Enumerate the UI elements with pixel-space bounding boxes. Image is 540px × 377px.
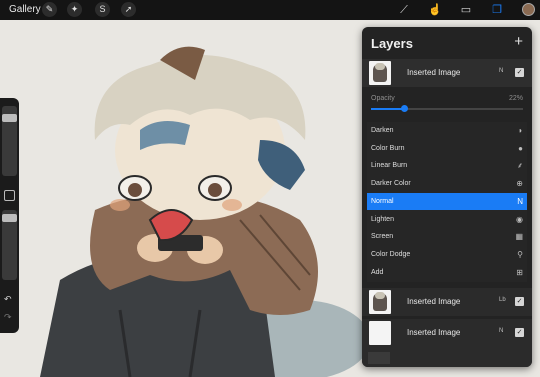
blend-mode-icon: ⊞ [516, 267, 523, 277]
layer-thumbnail [369, 290, 391, 314]
blend-mode-label: Linear Burn [371, 162, 408, 170]
blend-mode-normal[interactable]: Normal N [367, 192, 527, 210]
color-swatch[interactable] [522, 3, 535, 16]
visibility-checkbox[interactable]: ✓ [515, 297, 524, 306]
left-sidebar: ↶ ↷ [0, 98, 19, 333]
opacity-slider[interactable] [371, 105, 523, 112]
blend-mode-icon: ◗ [518, 126, 523, 135]
magic-wand-icon[interactable]: ✦ [67, 2, 82, 17]
blend-mode-darken[interactable]: Darken ◗ [367, 122, 527, 139]
selection-icon[interactable]: S [95, 2, 110, 17]
top-toolbar: Gallery ✎ ✦ S ➚ ⟋ ☝ ▭ ❐ [0, 0, 540, 20]
transform-arrow-icon[interactable]: ➚ [121, 2, 136, 17]
smudge-icon[interactable]: ☝ [427, 2, 443, 18]
blend-mode-icon: ⸙ [517, 161, 523, 171]
opacity-label: Opacity [371, 95, 395, 102]
panel-title: Layers [371, 36, 413, 51]
blend-mode-list: Darken ◗ Color Burn ● Linear Burn ⸙ Darker Col… [367, 122, 527, 282]
blend-mode-add[interactable]: Add ⊞ [367, 264, 527, 281]
blend-mode-indicator[interactable]: Lb [499, 297, 506, 303]
blend-mode-icon: ⚲ [517, 249, 523, 259]
blend-mode-icon: ◉ [516, 214, 523, 224]
blend-mode-icon: ⊕ [516, 179, 523, 189]
eraser-icon[interactable]: ▭ [458, 2, 474, 18]
gallery-button[interactable]: Gallery [9, 4, 41, 15]
layer-name: Inserted Image [407, 297, 461, 306]
layers-panel: Layers + Inserted Image N ✓ Opacity 22% … [362, 27, 532, 367]
blend-mode-darker-color[interactable]: Darker Color ⊕ [367, 175, 527, 192]
blend-mode-label: Color Dodge [371, 250, 411, 258]
wrench-icon[interactable]: ✎ [42, 2, 57, 17]
blend-mode-label: Color Burn [371, 144, 405, 152]
layer-row[interactable]: Inserted Image N ✓ [362, 319, 532, 347]
blend-mode-icon: ▦ [515, 232, 523, 242]
add-layer-button[interactable]: + [514, 33, 523, 50]
layer-thumbnail [369, 321, 391, 345]
layer-name: Inserted Image [407, 328, 461, 337]
blend-mode-indicator[interactable]: N [499, 328, 503, 334]
brush-size-thumb[interactable] [2, 114, 17, 122]
blend-mode-label: Screen [371, 233, 394, 241]
layers-icon[interactable]: ❐ [489, 2, 505, 18]
opacity-value: 22% [508, 95, 523, 102]
layer-name: Inserted Image [407, 68, 461, 77]
visibility-checkbox[interactable]: ✓ [515, 68, 524, 77]
blend-mode-color-burn[interactable]: Color Burn ● [367, 140, 527, 157]
blend-mode-lighten[interactable]: Lighten ◉ [367, 211, 527, 228]
blend-mode-label: Add [371, 268, 384, 276]
brush-opacity-thumb[interactable] [2, 214, 17, 222]
brush-opacity-slider[interactable] [2, 210, 17, 280]
opacity-knob[interactable] [401, 105, 409, 112]
visibility-checkbox[interactable]: ✓ [515, 328, 524, 337]
blend-mode-screen[interactable]: Screen ▦ [367, 228, 527, 245]
blend-mode-indicator[interactable]: N [499, 68, 503, 74]
undo-icon[interactable]: ↶ [4, 294, 12, 305]
layer-row-active[interactable]: Inserted Image N ✓ [362, 59, 532, 87]
blend-mode-linear-burn[interactable]: Linear Burn ⸙ [367, 157, 527, 174]
blend-mode-label: Darker Color [371, 180, 411, 188]
brush-icon[interactable]: ⟋ [396, 2, 412, 18]
brush-size-slider[interactable] [2, 106, 17, 176]
blend-mode-label: Darken [371, 127, 394, 134]
eyedropper-button[interactable] [4, 190, 15, 201]
blend-mode-icon: ● [518, 143, 523, 153]
layer-thumbnail [369, 61, 391, 85]
blend-mode-label: Lighten [371, 215, 394, 223]
redo-icon[interactable]: ↷ [4, 312, 12, 323]
layer-row[interactable]: Inserted Image Lb ✓ [362, 288, 532, 316]
layer-row-partial[interactable] [362, 347, 532, 367]
blend-mode-icon: N [517, 196, 523, 206]
blend-mode-color-dodge[interactable]: Color Dodge ⚲ [367, 246, 527, 263]
blend-mode-label: Normal [371, 197, 394, 205]
opacity-fill [371, 108, 405, 110]
